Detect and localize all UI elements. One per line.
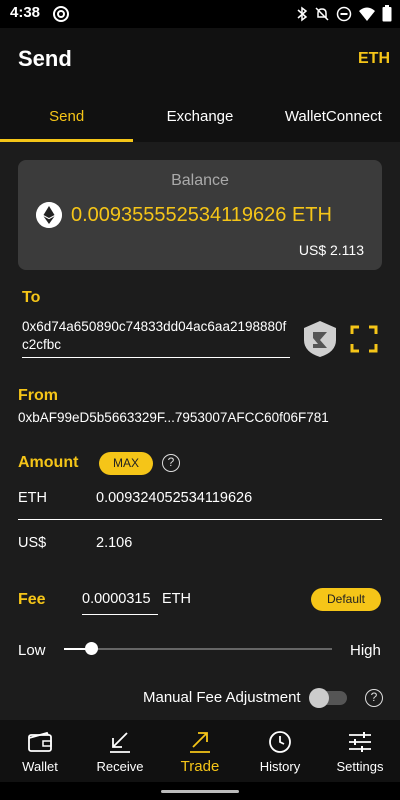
bottom-nav: Wallet Receive Trade History Settings (0, 720, 400, 782)
amount-help-icon[interactable]: ? (162, 454, 180, 472)
recipient-address-input[interactable]: 0x6d74a650890c74833dd04ac6aa2198880fc2cf… (22, 318, 290, 358)
amount-eth-field[interactable]: ETH 0.009324052534119626 (18, 480, 382, 520)
from-address: 0xbAF99eD5b5663329F...7953007AFCC60f06F7… (18, 410, 329, 425)
nav-trade[interactable]: Trade (160, 720, 240, 782)
amount-eth-unit: ETH (18, 490, 47, 506)
wallet-icon (28, 731, 52, 752)
status-bar: 4:38 (0, 0, 400, 28)
mute-icon (315, 6, 329, 21)
page-title: Send (18, 46, 72, 71)
balance-label: Balance (171, 172, 229, 189)
trade-arrow-icon (190, 732, 210, 753)
amount-underline (18, 518, 382, 520)
fee-slider-thumb[interactable] (84, 642, 98, 655)
amount-fiat-value[interactable]: 2.106 (96, 535, 132, 551)
nav-wallet[interactable]: Wallet (0, 720, 80, 782)
receive-arrow-icon (110, 732, 130, 753)
nav-history[interactable]: History (240, 720, 320, 782)
gesture-bar (0, 782, 400, 800)
battery-icon (382, 5, 392, 22)
balance-value: 0.009355552534119626 ETH (71, 204, 332, 226)
amount-fiat-field[interactable]: US$ 2.106 (18, 525, 382, 561)
fee-input[interactable]: 0.0000315 (82, 591, 158, 615)
nav-settings-label: Settings (336, 759, 384, 774)
nav-wallet-label: Wallet (22, 759, 58, 774)
bluetooth-icon (297, 6, 308, 21)
tab-bar: Send Exchange WalletConnect (0, 90, 400, 142)
balance-card: Balance 0.009355552534119626 ETH US$ 2.1… (18, 160, 382, 270)
nav-receive[interactable]: Receive (80, 720, 160, 782)
sliders-icon (349, 732, 371, 752)
wifi-icon (359, 7, 375, 21)
max-button[interactable]: MAX (99, 452, 153, 475)
balance-fiat: US$ 2.113 (298, 242, 364, 258)
nav-history-label: History (259, 759, 301, 774)
ethereum-icon (36, 202, 62, 228)
dnd-icon (336, 6, 352, 21)
app-bar: Send ETH (0, 28, 400, 90)
nav-settings[interactable]: Settings (320, 720, 400, 782)
home-gesture-handle[interactable] (161, 790, 239, 793)
manual-fee-help-icon[interactable]: ? (365, 689, 383, 707)
amount-label: Amount (18, 454, 79, 471)
nav-receive-label: Receive (96, 759, 144, 774)
shield-icon[interactable] (302, 320, 338, 358)
qr-scan-icon[interactable] (350, 325, 378, 353)
send-form: Balance 0.009355552534119626 ETH US$ 2.1… (0, 142, 400, 720)
fee-high-label: High (350, 642, 381, 659)
sync-icon (53, 6, 69, 22)
nav-trade-label: Trade (180, 758, 220, 775)
manual-fee-label: Manual Fee Adjustment (143, 689, 301, 706)
fee-label: Fee (18, 591, 46, 608)
amount-fiat-unit: US$ (18, 535, 47, 551)
from-label: From (18, 387, 58, 404)
fee-low-label: Low (18, 642, 46, 659)
manual-fee-toggle[interactable] (309, 688, 347, 708)
to-label: To (22, 289, 41, 306)
coin-selector[interactable]: ETH (358, 50, 390, 68)
toggle-knob (309, 688, 329, 708)
tab-exchange[interactable]: Exchange (133, 90, 266, 142)
status-icons (296, 5, 392, 22)
amount-eth-value[interactable]: 0.009324052534119626 (96, 490, 252, 506)
clock-icon (269, 731, 291, 753)
default-fee-button[interactable]: Default (311, 588, 381, 611)
status-time: 4:38 (10, 4, 41, 21)
tab-send[interactable]: Send (0, 90, 134, 142)
tab-walletconnect[interactable]: WalletConnect (267, 90, 400, 142)
fee-slider[interactable] (64, 642, 332, 655)
fee-unit: ETH (162, 591, 191, 607)
